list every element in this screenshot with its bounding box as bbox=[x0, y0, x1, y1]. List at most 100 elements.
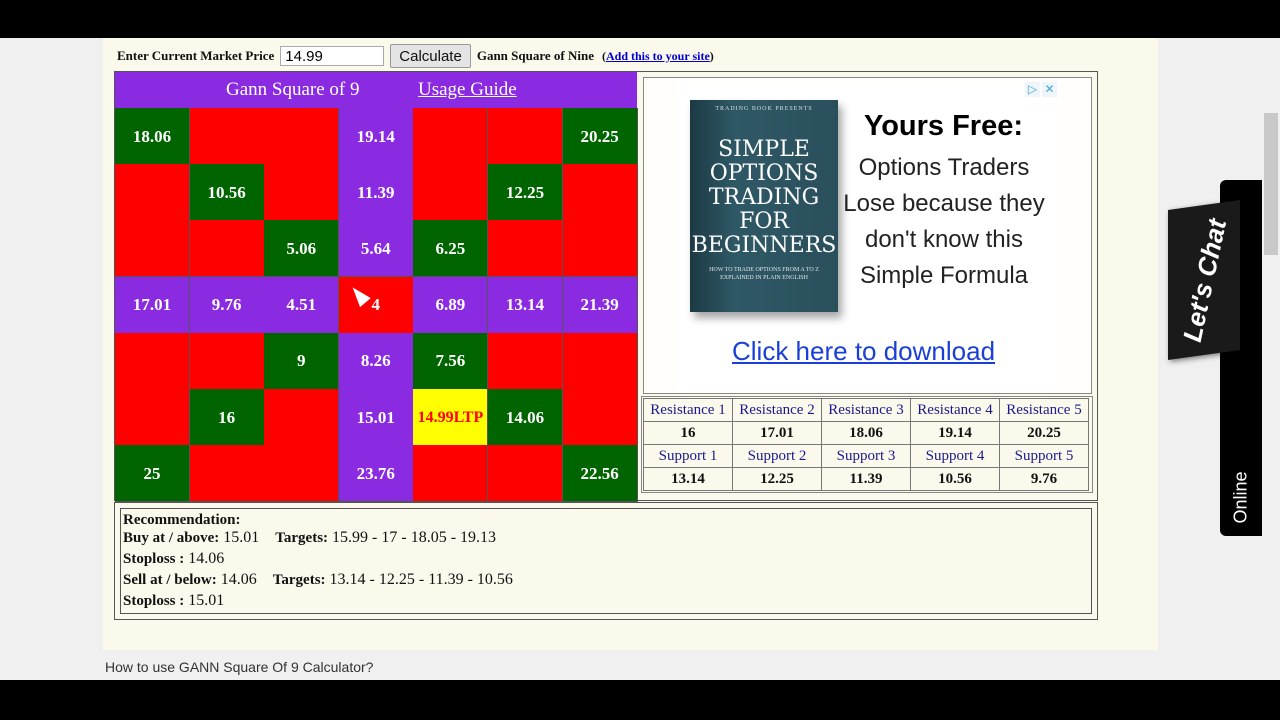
grid-cell: 14.06 bbox=[488, 389, 563, 446]
ad-download-link[interactable]: Click here to download bbox=[732, 336, 995, 367]
rec-sell-line: Sell at / below: 14.06 Targets: 13.14 - … bbox=[123, 571, 513, 589]
grid-cell: 4.51 bbox=[264, 276, 340, 334]
support-value: 11.39 bbox=[821, 467, 911, 491]
book-cover-image[interactable]: TRADING BOOK PRESENTS SIMPLE OPTIONS TRA… bbox=[690, 100, 838, 344]
resistance-value: 17.01 bbox=[732, 421, 822, 445]
buy-label: Buy at / above: bbox=[123, 530, 220, 546]
grid-cell: 10.56 bbox=[189, 164, 265, 222]
grid-cell: 8.26 bbox=[338, 332, 414, 390]
sell-stoploss-label: Stoploss : bbox=[123, 593, 185, 609]
close-icon[interactable]: ✕ bbox=[1042, 82, 1057, 97]
resistance-value: 16 bbox=[643, 421, 733, 445]
grid-cell bbox=[488, 332, 563, 390]
grid-title: Gann Square of 9 bbox=[226, 79, 360, 100]
adchoices-icon[interactable]: ▷ bbox=[1025, 82, 1040, 97]
grid-cell bbox=[488, 108, 563, 165]
usage-guide-link[interactable]: Usage Guide bbox=[418, 79, 517, 101]
grid-cell bbox=[264, 389, 340, 446]
chat-status: Online bbox=[1230, 471, 1251, 524]
book-subtitle: HOW TO TRADE OPTIONS FROM A TO Z EXPLAIN… bbox=[709, 267, 819, 281]
support-value: 9.76 bbox=[999, 467, 1089, 491]
grid-cell bbox=[189, 108, 265, 165]
grid-cell: 5.64 bbox=[338, 220, 414, 278]
resistance-header: Resistance 5 bbox=[999, 398, 1089, 422]
resistance-header: Resistance 1 bbox=[643, 398, 733, 422]
grid-cell bbox=[115, 220, 190, 278]
price-input-row: Enter Current Market Price Calculate Gan… bbox=[117, 44, 714, 68]
top-black-bar bbox=[0, 0, 1280, 38]
sell-value: 14.06 bbox=[220, 571, 257, 588]
buy-value: 15.01 bbox=[223, 529, 260, 546]
grid-cell bbox=[189, 445, 265, 503]
resistance-header: Resistance 3 bbox=[821, 398, 911, 422]
grid-cell: 19.14 bbox=[338, 108, 414, 165]
rec-buy-stoploss-line: Stoploss : 14.06 bbox=[123, 550, 224, 568]
resistance-header: Resistance 2 bbox=[732, 398, 822, 422]
support-header: Support 3 bbox=[821, 444, 911, 468]
grid-cell bbox=[189, 220, 265, 278]
grid-cell bbox=[189, 332, 265, 390]
grid-cell: 23.76 bbox=[338, 445, 414, 503]
sell-targets-label: Targets: bbox=[272, 572, 326, 588]
rec-title-line: Recommendation: bbox=[123, 511, 240, 529]
rec-title: Recommendation: bbox=[123, 512, 241, 528]
add-to-site: (Add this to your site) bbox=[602, 49, 714, 64]
book-publisher: TRADING BOOK PRESENTS bbox=[715, 106, 813, 112]
recommendation-box: Recommendation: Buy at / above: 15.01 Ta… bbox=[120, 508, 1092, 614]
grid-cell bbox=[488, 220, 563, 278]
grid-cell bbox=[562, 164, 638, 222]
rec-buy-line: Buy at / above: 15.01 Targets: 15.99 - 1… bbox=[123, 529, 496, 547]
grid-cell: 7.56 bbox=[413, 332, 489, 390]
support-value: 10.56 bbox=[910, 467, 1000, 491]
grid-cell bbox=[413, 164, 489, 222]
add-close-paren: ) bbox=[709, 48, 714, 63]
grid-cell bbox=[264, 164, 340, 222]
bottom-black-bar bbox=[0, 680, 1280, 720]
gann-grid: 18.06 19.14 20.25 10.56 11.39 12.25 5.06 5.64 6.… bbox=[115, 108, 638, 503]
grid-cell bbox=[562, 389, 638, 446]
calculate-button[interactable]: Calculate bbox=[390, 44, 471, 68]
grid-header: Gann Square of 9 Usage Guide bbox=[115, 72, 637, 108]
price-label: Enter Current Market Price bbox=[117, 48, 275, 63]
grid-cell: 22.56 bbox=[562, 445, 638, 503]
book-title: SIMPLE OPTIONS TRADING FOR BEGINNERS bbox=[691, 137, 837, 258]
ltp-cell: 14.99 LTP bbox=[413, 389, 489, 446]
rec-sell-stoploss-line: Stoploss : 15.01 bbox=[123, 592, 224, 610]
ad-body-text: Options Traders Lose because they don't … bbox=[843, 154, 1045, 289]
scrollbar-thumb[interactable] bbox=[1264, 113, 1278, 255]
buy-targets-label: Targets: bbox=[275, 530, 329, 546]
buy-stoploss-label: Stoploss : bbox=[123, 551, 185, 567]
grid-cell: 12.25 bbox=[488, 164, 563, 222]
gann-square-label: Gann Square of Nine bbox=[476, 48, 594, 63]
grid-cell: 17.01 bbox=[115, 276, 190, 334]
ltp-price: 14.99 bbox=[417, 408, 454, 426]
ltp-label: LTP bbox=[453, 408, 484, 426]
buy-targets: 15.99 - 17 - 18.05 - 19.13 bbox=[332, 529, 497, 546]
grid-cell: 21.39 bbox=[562, 276, 638, 334]
support-header: Support 4 bbox=[910, 444, 1000, 468]
how-to-use-heading: How to use GANN Square Of 9 Calculator? bbox=[105, 659, 374, 675]
grid-cell bbox=[413, 445, 489, 503]
grid-cell bbox=[562, 332, 638, 390]
support-header: Support 2 bbox=[732, 444, 822, 468]
grid-cell: 4 bbox=[338, 276, 414, 334]
buy-stoploss: 14.06 bbox=[188, 550, 225, 567]
sell-targets: 13.14 - 12.25 - 11.39 - 10.56 bbox=[329, 571, 513, 588]
grid-cell bbox=[115, 332, 190, 390]
grid-cell bbox=[264, 445, 340, 503]
grid-cell bbox=[264, 108, 340, 165]
levels-table: Resistance 1 Resistance 2 Resistance 3 Resi… bbox=[643, 398, 1089, 491]
add-to-site-link[interactable]: Add this to your site bbox=[606, 49, 710, 63]
grid-cell: 9.76 bbox=[189, 276, 265, 334]
grid-cell bbox=[413, 108, 489, 165]
resistance-value: 18.06 bbox=[821, 421, 911, 445]
grid-cell bbox=[562, 220, 638, 278]
price-input[interactable] bbox=[280, 46, 385, 66]
support-value: 13.14 bbox=[643, 467, 733, 491]
support-header-row: Support 1 Support 2 Support 3 Support 4 Supp… bbox=[643, 444, 1089, 468]
grid-cell: 5.06 bbox=[264, 220, 340, 278]
grid-cell: 13.14 bbox=[488, 276, 563, 334]
grid-cell: 20.25 bbox=[562, 108, 638, 165]
support-value: 12.25 bbox=[732, 467, 822, 491]
resistance-value: 20.25 bbox=[999, 421, 1089, 445]
